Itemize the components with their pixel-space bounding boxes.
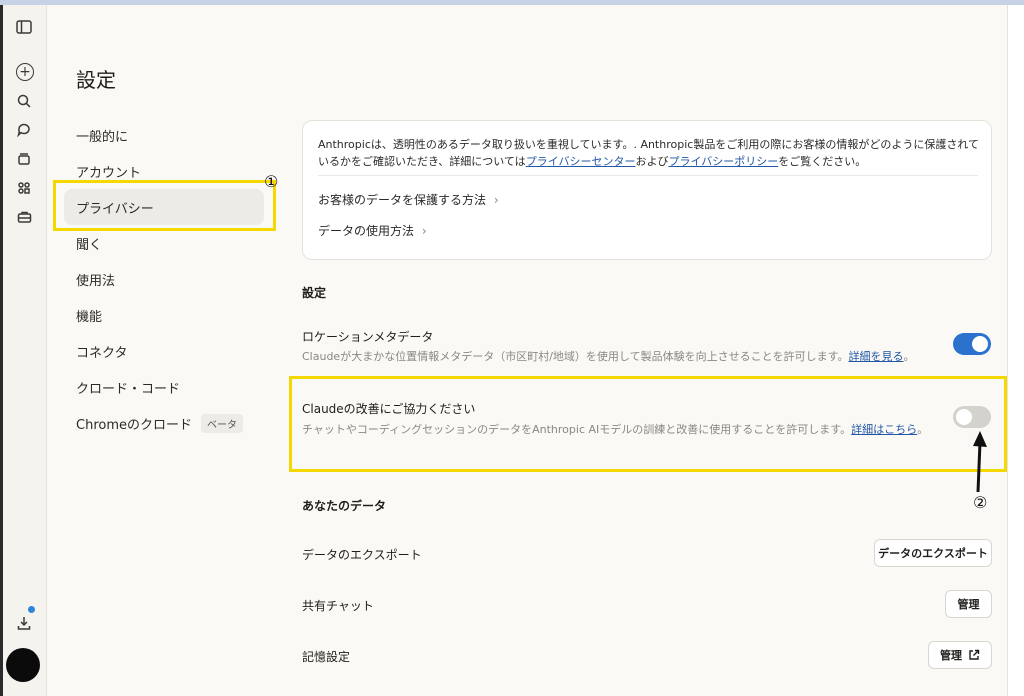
annotation-number-1: ①	[264, 172, 279, 191]
nav-item-general[interactable]: 一般的に	[64, 117, 264, 153]
your-data-section-title: あなたのデータ	[302, 499, 387, 513]
page-title: 設定	[76, 68, 116, 92]
background-window-strip	[1007, 5, 1024, 696]
location-metadata-title: ロケーションメタデータ	[302, 330, 434, 344]
annotation-highlight-improve	[289, 376, 1007, 472]
divider	[318, 175, 978, 176]
nav-item-connectors[interactable]: コネクタ	[64, 333, 264, 369]
external-link-icon	[969, 649, 980, 660]
download-icon[interactable]	[14, 613, 34, 633]
location-metadata-desc: Claudeが大まかな位置情報メタデータ（市区町村/地域）を使用して製品体験を向…	[302, 350, 915, 363]
chevron-right-icon: ›	[493, 193, 499, 207]
artifacts-icon[interactable]	[14, 178, 34, 198]
data-protection-link[interactable]: お客様のデータを保護する方法 ›	[318, 191, 499, 208]
projects-icon[interactable]	[14, 149, 34, 169]
search-icon[interactable]	[14, 91, 34, 111]
annotation-arrow-icon	[973, 431, 987, 493]
beta-badge: ベータ	[201, 413, 243, 433]
nav-item-claude-in-chrome[interactable]: Chromeのクロード ベータ	[64, 405, 264, 441]
memory-manage-button[interactable]: 管理	[928, 641, 992, 669]
chevron-right-icon: ›	[421, 224, 427, 238]
avatar[interactable]	[6, 648, 40, 682]
shared-chats-manage-button[interactable]: 管理	[945, 590, 992, 618]
nav-item-features[interactable]: 機能	[64, 297, 264, 333]
location-metadata-toggle[interactable]	[953, 333, 991, 355]
annotation-number-2: ②	[973, 493, 988, 512]
privacy-intro-text: Anthropicは、透明性のあるデータ取り扱いを重視しています。. Anthr…	[318, 138, 979, 168]
export-data-label: データのエクスポート	[302, 548, 422, 562]
settings-nav: 一般的に アカウント プライバシー 聞く 使用法 機能 コネクタ クロード・コー…	[64, 117, 264, 441]
data-usage-link[interactable]: データの使用方法 ›	[318, 222, 427, 239]
settings-section-title: 設定	[302, 286, 327, 300]
annotation-highlight-privacy	[53, 180, 276, 231]
chats-icon[interactable]	[14, 120, 34, 140]
shared-chats-label: 共有チャット	[302, 599, 374, 613]
nav-item-usage[interactable]: 使用法	[64, 261, 264, 297]
export-data-button[interactable]: データのエクスポート	[874, 539, 992, 567]
privacy-center-link[interactable]: プライバシーセンター	[526, 155, 636, 168]
privacy-policy-link[interactable]: プライバシーポリシー	[668, 155, 778, 168]
sidebar-toggle-icon[interactable]	[14, 17, 34, 37]
code-toolbox-icon[interactable]	[14, 207, 34, 227]
icon-rail: +	[3, 5, 47, 696]
notification-dot	[28, 606, 35, 613]
window-top-border	[0, 0, 1024, 5]
memory-settings-label: 記憶設定	[302, 650, 351, 664]
nav-item-label: Chromeのクロード	[76, 417, 192, 433]
toggle-knob	[972, 336, 988, 352]
new-chat-icon[interactable]: +	[16, 63, 34, 81]
learn-more-link[interactable]: 詳細を見る	[848, 350, 903, 363]
nav-item-claude-code[interactable]: クロード・コード	[64, 369, 264, 405]
privacy-info-card: Anthropicは、透明性のあるデータ取り扱いを重視しています。. Anthr…	[302, 120, 992, 260]
